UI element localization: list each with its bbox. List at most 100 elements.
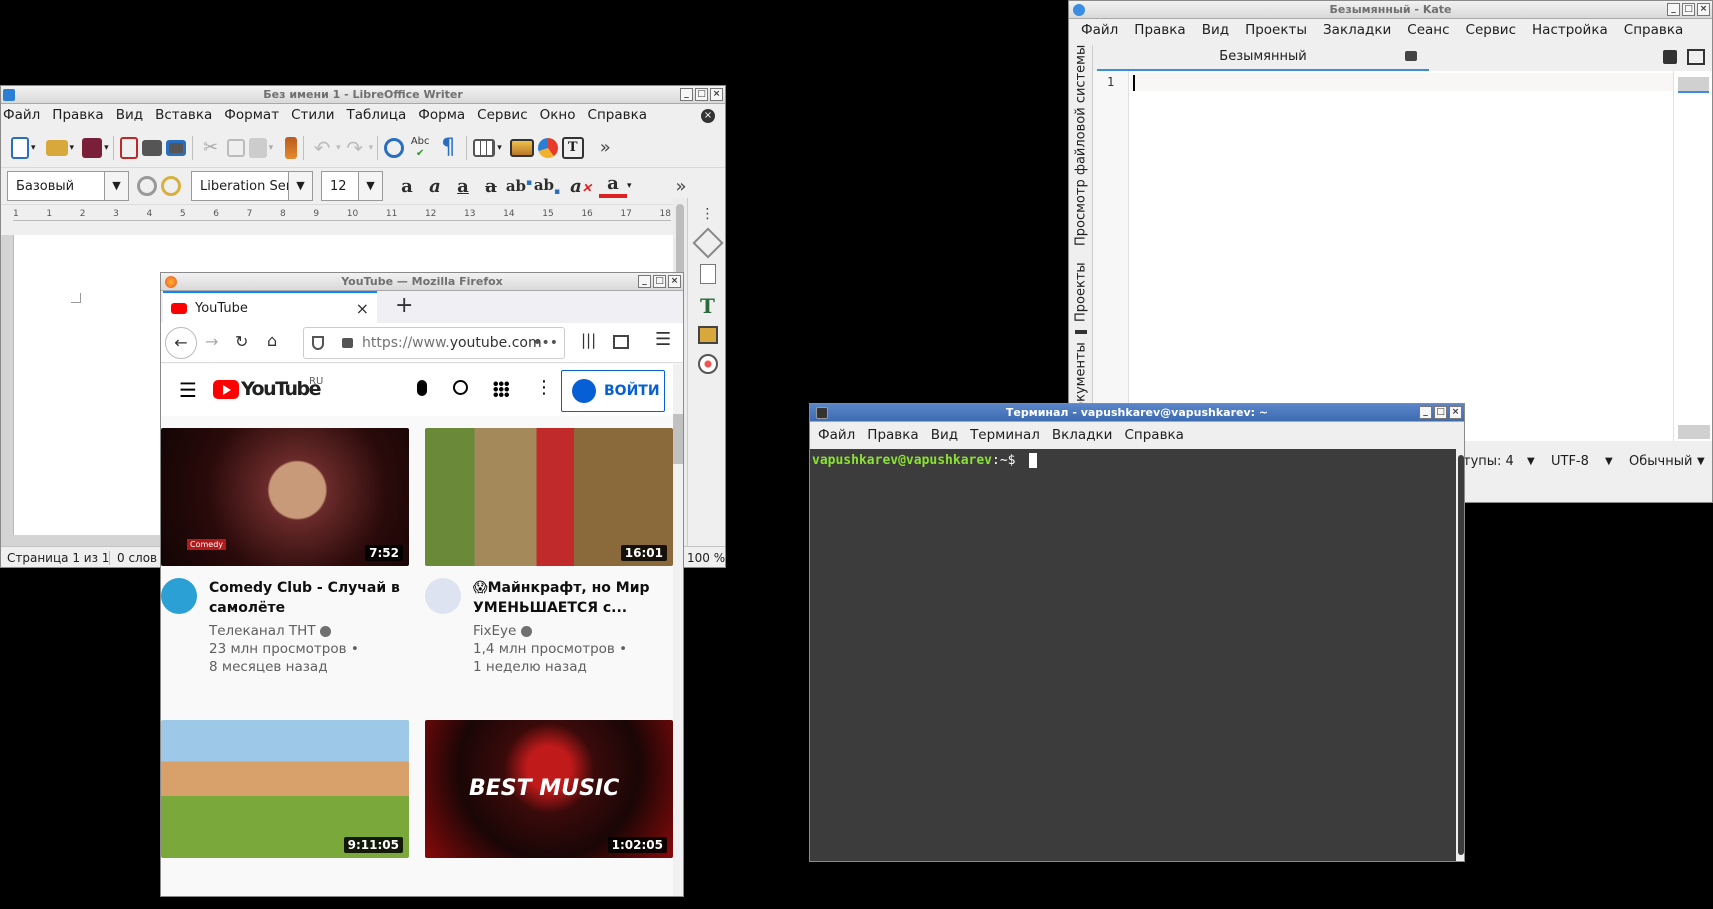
terminal-scrollbar[interactable] [1456, 449, 1464, 861]
term-menu-view[interactable]: Вид [925, 424, 964, 446]
close-button[interactable]: × [1697, 3, 1710, 16]
split-view-icon[interactable] [1687, 49, 1705, 65]
navigator-icon[interactable] [697, 354, 718, 374]
page-icon[interactable] [699, 264, 716, 284]
back-icon[interactable]: ← [165, 327, 197, 359]
menu-view[interactable]: Вид [110, 104, 149, 128]
chevron-down-icon[interactable]: ▼ [104, 172, 128, 200]
copy-icon[interactable] [226, 138, 245, 157]
undo-icon[interactable]: ↶ [310, 136, 334, 160]
status-zoom[interactable]: 100 % [687, 547, 725, 567]
close-document-icon[interactable]: × [701, 109, 715, 123]
formatting-marks-icon[interactable]: ¶ [436, 135, 460, 160]
tab-youtube[interactable]: YouTube × [163, 291, 377, 323]
print-icon[interactable] [141, 139, 162, 156]
kate-menu-edit[interactable]: Правка [1126, 19, 1193, 43]
menu-window[interactable]: Окно [534, 104, 582, 128]
open-folder-icon[interactable] [45, 139, 68, 156]
menu-help[interactable]: Справка [582, 104, 653, 128]
insert-image-icon[interactable] [509, 138, 534, 157]
channel-avatar[interactable] [425, 578, 461, 614]
properties-icon[interactable] [691, 227, 724, 259]
menu-file[interactable]: Файл [1, 104, 46, 128]
apps-grid-icon[interactable] [493, 381, 509, 397]
video-title[interactable]: 😱Майнкрафт, но Мир УМЕНЬШАЕТСЯ с... [473, 578, 673, 618]
chevron-down-icon[interactable]: ▼ [358, 172, 382, 200]
menu-insert[interactable]: Вставка [149, 104, 218, 128]
terminal-body[interactable]: vapushkarev@vapushkarev:~$ [810, 449, 1456, 861]
term-menu-edit[interactable]: Правка [861, 424, 924, 446]
term-menu-help[interactable]: Справка [1118, 424, 1189, 446]
sidebar-toggle-icon[interactable] [613, 335, 629, 349]
update-style-icon[interactable] [137, 176, 157, 196]
maximize-button[interactable]: □ [653, 275, 666, 288]
underline-icon[interactable]: a [449, 176, 477, 197]
library-icon[interactable]: ||| [581, 331, 596, 349]
close-button[interactable]: × [668, 275, 681, 288]
signin-button[interactable]: ВОЙТИ [561, 370, 665, 412]
kate-menu-view[interactable]: Вид [1194, 19, 1237, 43]
page-actions-icon[interactable]: ••• [533, 328, 558, 358]
kate-menu-help[interactable]: Справка [1616, 19, 1691, 43]
menu-format[interactable]: Формат [218, 104, 285, 128]
tracking-shield-icon[interactable] [312, 336, 324, 350]
kate-menu-file[interactable]: Файл [1073, 19, 1126, 43]
superscript-icon[interactable]: ab▪ [505, 177, 533, 195]
font-size-combo[interactable]: 12 ▼ [321, 171, 383, 201]
toolbar-overflow-icon[interactable]: » [600, 137, 611, 158]
maximize-button[interactable]: □ [695, 88, 708, 101]
kate-tab-document[interactable]: Безымянный [1097, 45, 1429, 71]
video-card[interactable]: 9:11:05 [161, 720, 409, 858]
save-icon[interactable] [82, 137, 103, 158]
spelling-icon[interactable]: Abc ✔ [408, 136, 432, 160]
insert-table-icon[interactable] [473, 138, 496, 157]
chevron-down-icon[interactable]: ▼ [288, 172, 312, 200]
term-menu-tabs[interactable]: Вкладки [1046, 424, 1119, 446]
hamburger-menu-icon[interactable]: ☰ [179, 378, 197, 402]
kate-menu-bookmarks[interactable]: Закладки [1315, 19, 1399, 43]
home-icon[interactable]: ⌂ [267, 331, 277, 350]
toolbar-overflow-icon[interactable]: » [676, 176, 687, 197]
status-mode[interactable]: Обычный [1629, 447, 1692, 477]
tab-close-icon[interactable]: × [356, 299, 369, 318]
menu-form[interactable]: Форма [412, 104, 471, 128]
scrollbar-thumb[interactable] [673, 414, 683, 464]
video-title[interactable]: Comedy Club - Случай в самолёте [209, 578, 409, 618]
page-scrollbar[interactable] [673, 364, 683, 896]
paste-icon[interactable] [248, 137, 267, 158]
channel-name[interactable]: FixEye [473, 622, 673, 640]
italic-icon[interactable]: a [421, 176, 449, 197]
video-thumbnail[interactable]: BEST MUSIC 1:02:05 [425, 720, 673, 858]
side-tab-filesystem[interactable]: Просмотр файловой системы [1074, 45, 1089, 246]
paragraph-style-combo[interactable]: Базовый ▼ [7, 171, 129, 201]
subscript-icon[interactable]: ab▪ [533, 176, 561, 197]
strikethrough-icon[interactable]: a [477, 176, 505, 197]
lock-icon[interactable] [342, 338, 353, 348]
font-name-combo[interactable]: Liberation Serif ▼ [191, 171, 313, 201]
scrollbar-thumb[interactable] [1458, 455, 1464, 855]
terminal-titlebar[interactable]: Терминал - vapushkarev@vapushkarev: ~ _ □… [810, 404, 1464, 422]
video-thumbnail[interactable]: 9:11:05 [161, 720, 409, 858]
insert-textbox-icon[interactable]: T [561, 136, 584, 159]
menu-edit[interactable]: Правка [46, 104, 109, 128]
new-tab-icon[interactable] [1663, 50, 1677, 64]
term-menu-terminal[interactable]: Терминал [964, 424, 1046, 446]
kate-menu-tools[interactable]: Сервис [1458, 19, 1524, 43]
status-encoding[interactable]: UTF-8 [1551, 447, 1589, 477]
find-replace-icon[interactable] [384, 137, 405, 158]
video-card[interactable]: 16:01 😱Майнкрафт, но Мир УМЕНЬШАЕТСЯ с..… [425, 428, 673, 676]
url-bar[interactable]: https://www.youtube.com ••• [303, 327, 565, 359]
minimize-button[interactable]: _ [680, 88, 693, 101]
video-card[interactable]: BEST MUSIC 1:02:05 [425, 720, 673, 858]
menu-tools[interactable]: Сервис [471, 104, 533, 128]
minimize-button[interactable]: _ [638, 275, 651, 288]
maximize-button[interactable]: □ [1682, 3, 1695, 16]
status-indent[interactable]: тупы: 4 [1463, 447, 1514, 477]
side-tab-projects[interactable]: Проекты [1074, 262, 1089, 322]
kate-menu-projects[interactable]: Проекты [1237, 19, 1315, 43]
insert-chart-icon[interactable] [537, 137, 558, 158]
video-thumbnail[interactable]: Comedy 7:52 [161, 428, 409, 566]
video-card[interactable]: Comedy 7:52 Comedy Club - Случай в самол… [161, 428, 409, 676]
minimap-viewport[interactable] [1678, 77, 1709, 93]
video-thumbnail[interactable]: 16:01 [425, 428, 673, 566]
